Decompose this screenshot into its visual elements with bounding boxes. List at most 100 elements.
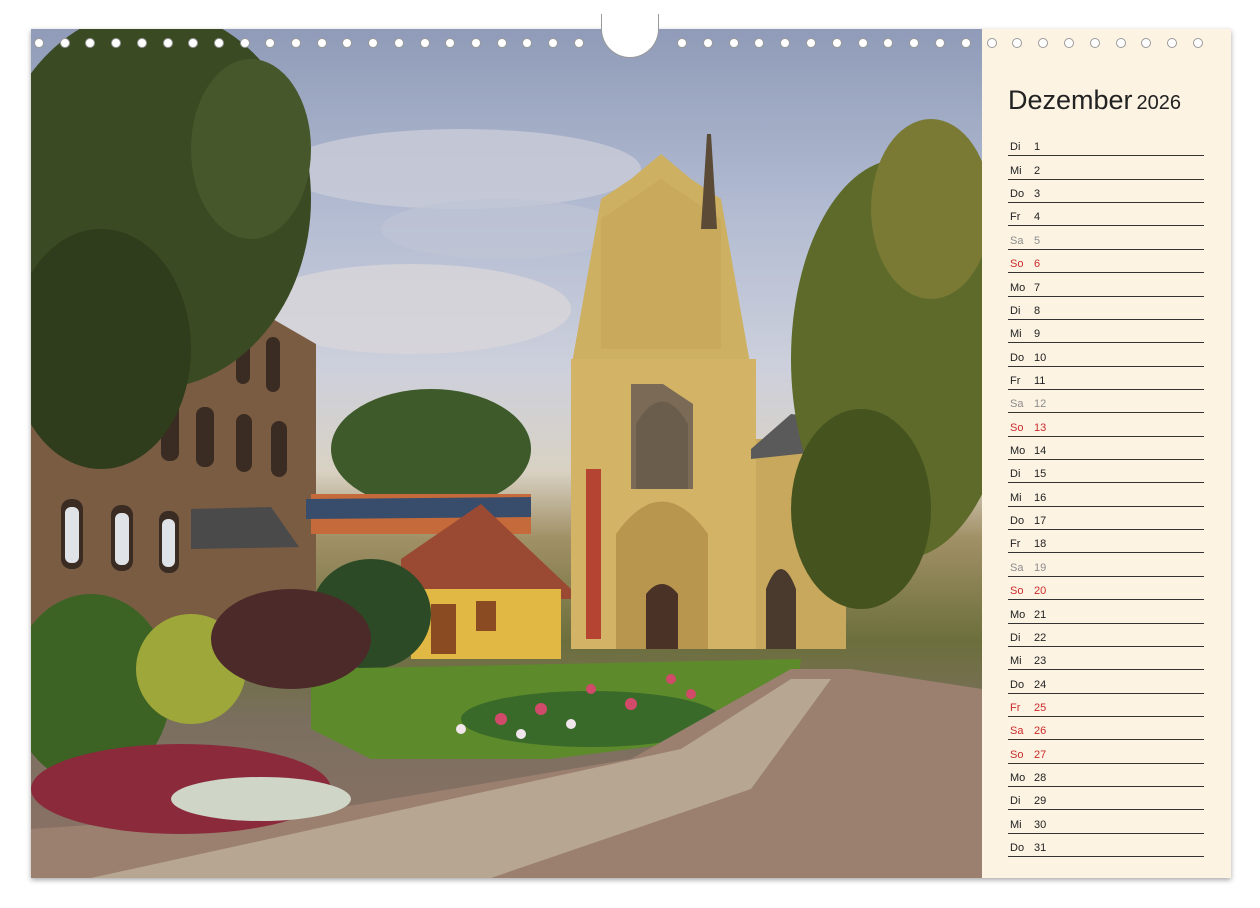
day-row: Sa 26 [1008,717,1204,741]
day-number: 10 [1034,351,1047,364]
weekday-label: Mo [1010,608,1026,621]
day-row: Di 15 [1008,460,1204,484]
day-row: Di 1 [1008,133,1204,157]
weekday-label: So [1010,748,1024,761]
day-number: 27 [1034,748,1047,761]
day-row: Fr 11 [1008,367,1204,390]
weekday-label: Di [1010,795,1021,808]
day-number: 23 [1034,655,1047,668]
day-row: Mi 9 [1008,320,1204,344]
day-row: Mi 2 [1008,156,1204,180]
day-row: Sa 19 [1008,553,1204,577]
day-row: Sa 5 [1008,226,1204,250]
weekday-label: Mi [1010,818,1022,831]
weekday-label: Di [1010,141,1021,154]
weekday-label: Mo [1010,772,1026,785]
day-number: 11 [1034,374,1046,387]
day-number: 4 [1034,211,1041,224]
year-label: 2026 [1136,92,1182,114]
day-number: 19 [1034,561,1047,574]
day-number: 28 [1034,772,1047,785]
day-row: Di 29 [1008,787,1204,811]
day-row: So 20 [1008,577,1204,601]
day-number: 22 [1034,631,1047,644]
day-number: 5 [1034,234,1041,247]
day-row: Di 8 [1008,297,1204,320]
day-number: 21 [1034,608,1047,621]
weekday-label: Do [1010,842,1025,855]
calendar-panel: Dezember 2026 Di 1 Mi 2 Do 3 Fr 4 Sa 5 So 6 Mo 7 Di 8 Mi 9… [982,29,1231,878]
day-number: 30 [1034,818,1047,831]
day-number: 3 [1034,188,1041,201]
day-row: Mi 23 [1008,647,1204,671]
day-row: Do 3 [1008,180,1204,204]
day-row: So 6 [1008,250,1204,274]
day-number: 29 [1034,795,1047,808]
weekday-label: Di [1010,468,1021,481]
day-row: Fr 25 [1008,694,1204,717]
weekday-label: Sa [1010,234,1024,247]
day-row: Fr 18 [1008,530,1204,554]
weekday-label: Mo [1010,281,1026,294]
month-title: Dezember 2026 [1008,85,1181,116]
church-photo [31,29,982,878]
day-row: Mi 16 [1008,483,1204,507]
weekday-label: Mi [1010,655,1022,668]
day-number: 25 [1034,701,1047,714]
weekday-label: Fr [1010,701,1021,714]
weekday-label: Do [1010,515,1025,528]
day-row: Mo 14 [1008,437,1204,461]
day-row: So 27 [1008,740,1204,764]
day-row: Mi 30 [1008,810,1204,834]
day-number: 15 [1034,468,1047,481]
month-name: Dezember [1008,85,1133,115]
weekday-label: Mi [1010,164,1022,177]
weekday-label: Di [1010,304,1021,317]
day-row: Fr 4 [1008,203,1204,227]
day-list: Di 1 Mi 2 Do 3 Fr 4 Sa 5 So 6 Mo 7 Di 8 Mi 9 Do 10 Fr 11 Sa 12 S… [1008,133,1204,858]
weekday-label: Mi [1010,491,1022,504]
day-row: Mo 28 [1008,764,1204,788]
day-row: Do 24 [1008,670,1204,694]
weekday-label: Fr [1010,211,1021,224]
day-number: 24 [1034,678,1047,691]
day-number: 16 [1034,491,1047,504]
day-number: 17 [1034,515,1047,528]
calendar-sheet: Dezember 2026 Di 1 Mi 2 Do 3 Fr 4 Sa 5 So 6 Mo 7 Di 8 Mi 9… [31,29,1231,878]
day-row: Do 10 [1008,343,1204,367]
day-row: Mo 7 [1008,273,1204,297]
day-number: 7 [1034,281,1041,294]
weekday-label: Fr [1010,374,1021,387]
day-row: Mo 21 [1008,600,1204,624]
photo-illustration [31,29,982,878]
weekday-label: Do [1010,351,1025,364]
day-number: 2 [1034,164,1041,177]
weekday-label: Do [1010,678,1025,691]
day-number: 26 [1034,725,1047,738]
day-number: 14 [1034,445,1047,458]
day-number: 1 [1034,141,1041,154]
day-row: Sa 12 [1008,390,1204,414]
weekday-label: Di [1010,631,1021,644]
weekday-label: Mi [1010,328,1022,341]
day-number: 9 [1034,328,1041,341]
weekday-label: Fr [1010,538,1021,551]
day-row: So 13 [1008,413,1204,437]
weekday-label: Do [1010,188,1025,201]
day-number: 13 [1034,421,1047,434]
day-row: Do 31 [1008,834,1204,858]
day-number: 18 [1034,538,1047,551]
day-number: 12 [1034,398,1047,411]
day-number: 8 [1034,304,1041,317]
weekday-label: So [1010,258,1024,271]
weekday-label: Mo [1010,445,1026,458]
day-row: Di 22 [1008,624,1204,647]
day-number: 20 [1034,585,1047,598]
day-row: Do 17 [1008,507,1204,531]
weekday-label: So [1010,421,1024,434]
weekday-label: So [1010,585,1024,598]
day-number: 6 [1034,258,1041,271]
weekday-label: Sa [1010,398,1024,411]
day-number: 31 [1034,842,1047,855]
weekday-label: Sa [1010,561,1024,574]
